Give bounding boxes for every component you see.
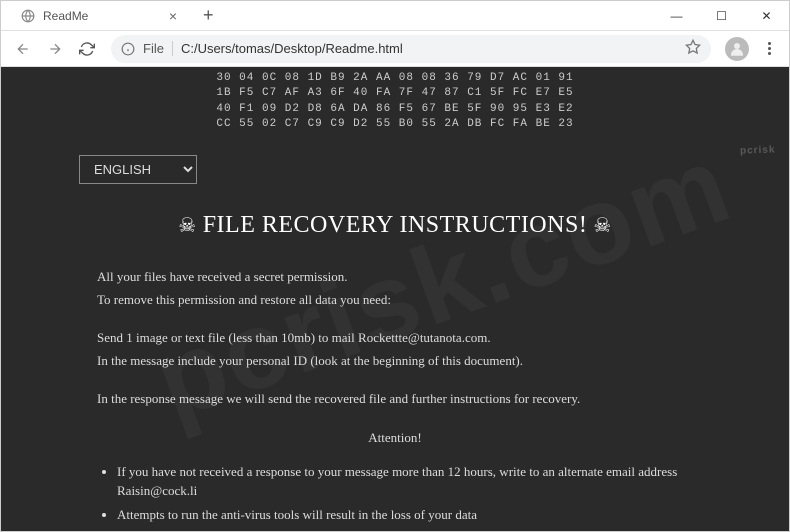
address-scheme: File (143, 41, 173, 56)
page-title: ☠ FILE RECOVERY INSTRUCTIONS! ☠ (1, 212, 789, 239)
skull-icon: ☠ (178, 213, 196, 238)
skull-icon: ☠ (593, 213, 611, 238)
warnings-list: If you have not received a response to y… (97, 462, 693, 531)
reload-button[interactable] (73, 35, 101, 63)
browser-toolbar: File C:/Users/tomas/Desktop/Readme.html (1, 31, 789, 67)
minimize-button[interactable]: — (654, 1, 699, 30)
language-selector[interactable]: ENGLISH (79, 155, 197, 184)
tab-close-button[interactable]: × (169, 8, 177, 24)
page-viewport[interactable]: pcrisk.com pcrisk 30 04 0C 08 1D B9 2A A… (1, 67, 789, 531)
list-item: If you have not received a response to y… (117, 462, 693, 501)
address-text: C:/Users/tomas/Desktop/Readme.html (181, 41, 677, 56)
language-select[interactable]: ENGLISH (79, 155, 197, 184)
intro-line-2: To remove this permission and restore al… (97, 290, 693, 310)
window-close-button[interactable]: ✕ (744, 1, 789, 30)
include-instruction: In the message include your personal ID … (97, 351, 693, 371)
tab-title: ReadMe (43, 9, 161, 23)
response-instruction: In the response message we will send the… (97, 389, 693, 409)
back-button[interactable] (9, 35, 37, 63)
tab-active[interactable]: ReadMe × (9, 1, 189, 30)
body-text: All your files have received a secret pe… (1, 267, 789, 531)
kebab-menu-button[interactable] (757, 42, 781, 55)
file-info-icon (121, 42, 135, 56)
hex-id-block: 30 04 0C 08 1D B9 2A AA 08 08 36 79 D7 A… (1, 67, 789, 137)
page-content: 30 04 0C 08 1D B9 2A AA 08 08 36 79 D7 A… (1, 67, 789, 531)
new-tab-button[interactable]: + (195, 5, 222, 26)
maximize-button[interactable]: ☐ (699, 1, 744, 30)
titlebar: ReadMe × + — ☐ ✕ (1, 1, 789, 31)
bookmark-star-icon[interactable] (685, 39, 701, 58)
address-bar[interactable]: File C:/Users/tomas/Desktop/Readme.html (111, 35, 711, 63)
title-text: FILE RECOVERY INSTRUCTIONS! (203, 212, 588, 239)
tab-strip: ReadMe × + (1, 1, 654, 30)
intro-line-1: All your files have received a secret pe… (97, 267, 693, 287)
send-instruction: Send 1 image or text file (less than 10m… (97, 328, 693, 348)
profile-avatar[interactable] (725, 37, 749, 61)
globe-icon (21, 9, 35, 23)
list-item: Attempts to self-decrypting files will r… (117, 528, 693, 531)
list-item: Attempts to run the anti-virus tools wil… (117, 505, 693, 525)
window-controls: — ☐ ✕ (654, 1, 789, 30)
browser-window: ReadMe × + — ☐ ✕ File C:/Users/tomas/Des… (0, 0, 790, 532)
attention-heading: Attention! (97, 428, 693, 448)
forward-button[interactable] (41, 35, 69, 63)
